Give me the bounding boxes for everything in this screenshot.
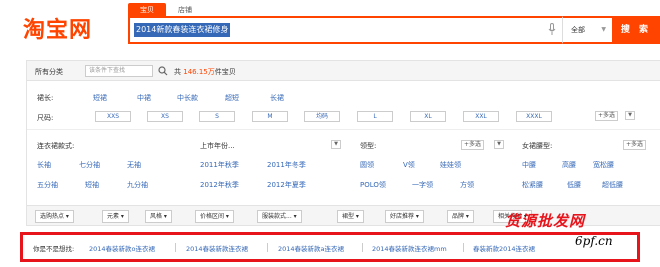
suggestion-link[interactable]: 2014春装新款连衣裙mm	[372, 243, 447, 253]
collar-option[interactable]: POLO领	[360, 180, 386, 190]
tab-shops[interactable]: 店铺	[166, 3, 204, 17]
season-option[interactable]: 2012年秋季	[200, 180, 239, 190]
skirt-length-label: 裙长:	[37, 94, 54, 102]
size-option[interactable]: XXL	[463, 111, 499, 122]
divider	[463, 243, 464, 252]
size-label: 尺码:	[37, 114, 54, 122]
divider	[267, 243, 268, 252]
filter-panel: 所有分类 该条件下查找 共 146.15万件宝贝 裙长: 短裙 中裙 中长款 超…	[26, 60, 660, 208]
skirt-length-option[interactable]: 超短	[225, 93, 239, 103]
hot-picks-dropdown[interactable]: 选购热点 ▾	[35, 210, 74, 223]
waist-option[interactable]: 中腰	[522, 160, 536, 170]
divider	[175, 243, 176, 252]
taobao-logo[interactable]: 淘宝网	[23, 12, 92, 44]
collar-option[interactable]: 方领	[460, 180, 474, 190]
style-dropdown[interactable]: 风格 ▾	[145, 210, 172, 223]
watermark-url: 6pf.cn	[575, 234, 613, 248]
collar-option[interactable]: 一字领	[412, 180, 433, 190]
sleeve-option[interactable]: 短袖	[85, 180, 99, 190]
size-option[interactable]: M	[252, 111, 288, 122]
skirt-length-option[interactable]: 短裙	[93, 93, 107, 103]
collar-multiselect-button[interactable]: +多选	[461, 140, 485, 150]
divider	[362, 243, 363, 252]
suggestions-label: 你是不是想找:	[33, 245, 75, 253]
waist-option[interactable]: 松紧腰	[522, 180, 543, 190]
waist-option[interactable]: 高腰	[562, 160, 576, 170]
filter-topbar: 所有分类 该条件下查找 共 146.15万件宝贝	[27, 61, 660, 81]
collar-option[interactable]: 圆领	[360, 160, 374, 170]
recommended-shops-dropdown[interactable]: 好店推荐 ▾	[385, 210, 424, 223]
size-option[interactable]: XXXL	[516, 111, 552, 122]
size-option[interactable]: L	[357, 111, 393, 122]
size-option[interactable]: XXS	[95, 111, 131, 122]
season-option[interactable]: 2011年秋季	[200, 160, 239, 170]
season-option[interactable]: 2011年冬季	[267, 160, 306, 170]
tab-items[interactable]: 宝贝	[128, 3, 166, 17]
search-icon[interactable]	[158, 66, 168, 76]
chevron-down-icon: ▼	[601, 26, 606, 33]
size-expand-icon[interactable]: ▼	[625, 111, 635, 120]
total-number: 146.15万	[183, 68, 215, 76]
size-option[interactable]: XS	[147, 111, 183, 122]
price-range-dropdown[interactable]: 价格区间 ▾	[195, 210, 234, 223]
scope-value: 全部	[571, 26, 585, 34]
collar-group-title: 领型:	[360, 142, 377, 150]
season-dropdown-icon[interactable]: ▼	[331, 140, 341, 149]
sleeve-option[interactable]: 无袖	[127, 160, 141, 170]
category-search-input[interactable]: 该条件下查找	[85, 65, 153, 77]
skirt-type-dropdown[interactable]: 裙型 ▾	[337, 210, 364, 223]
waist-group-title: 女裙腰型:	[522, 142, 553, 150]
divider	[27, 129, 660, 130]
waist-multiselect-button[interactable]: +多选	[623, 140, 647, 150]
collar-option[interactable]: 娃娃领	[440, 160, 461, 170]
clothing-style-dropdown[interactable]: 服装款式... ▾	[257, 210, 302, 223]
size-option[interactable]: 均码	[304, 111, 340, 122]
microphone-icon[interactable]	[548, 23, 556, 36]
size-multiselect-button[interactable]: +多选	[595, 111, 619, 121]
size-option[interactable]: XL	[410, 111, 446, 122]
suggestion-link[interactable]: 2014春装新款a连衣裙	[278, 243, 344, 253]
sleeve-option[interactable]: 九分袖	[127, 180, 148, 190]
search-scope-select[interactable]: 全部 ▼	[562, 16, 612, 44]
sleeve-option[interactable]: 长袖	[37, 160, 51, 170]
watermark-text: 货源批发网	[505, 212, 586, 230]
suggestions-box: 你是不是想找: 2014春装新款o连衣裙 2014春装新款连衣裙 2014春装新…	[20, 232, 640, 262]
waist-option[interactable]: 低腰	[567, 180, 581, 190]
collar-option[interactable]: V领	[403, 160, 415, 170]
suggestion-link[interactable]: 2014春装新款o连衣裙	[89, 243, 155, 253]
size-option[interactable]: S	[199, 111, 235, 122]
sleeve-option[interactable]: 五分袖	[37, 180, 58, 190]
waist-option[interactable]: 超低腰	[602, 180, 623, 190]
suggestion-link[interactable]: 2014春装新款连衣裙	[186, 243, 248, 253]
suggestion-link[interactable]: 春装新款2014连衣裙	[473, 243, 535, 253]
all-categories-link[interactable]: 所有分类	[35, 67, 63, 77]
total-count: 共 146.15万件宝贝	[174, 68, 236, 76]
search-tabs: 宝贝 店铺	[128, 3, 204, 17]
season-option[interactable]: 2012年夏季	[267, 180, 306, 190]
brand-dropdown[interactable]: 品牌 ▾	[447, 210, 474, 223]
search-button[interactable]: 搜 索	[612, 16, 660, 44]
season-group-title: 上市年份...	[200, 142, 235, 150]
waist-option[interactable]: 宽松腰	[593, 160, 614, 170]
skirt-length-option[interactable]: 中裙	[137, 93, 151, 103]
skirt-length-option[interactable]: 中长款	[177, 93, 198, 103]
search-input[interactable]: 2014新款春装连衣裙修身	[134, 23, 231, 37]
skirt-length-option[interactable]: 长裙	[270, 93, 284, 103]
element-dropdown[interactable]: 元素 ▾	[102, 210, 129, 223]
sleeve-option[interactable]: 七分袖	[79, 160, 100, 170]
search-box[interactable]: 2014新款春装连衣裙修身	[128, 16, 562, 44]
collar-dropdown-icon[interactable]: ▼	[494, 140, 504, 149]
sleeve-group-title: 连衣裙款式:	[37, 142, 75, 150]
